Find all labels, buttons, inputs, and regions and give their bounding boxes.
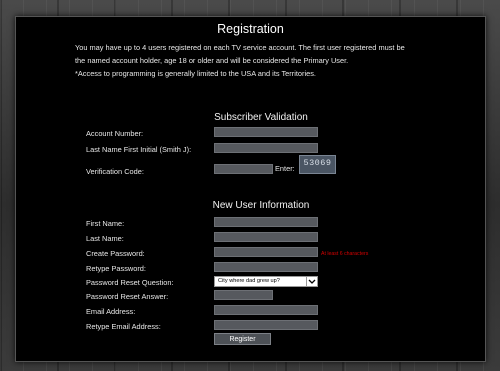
retype-email-label: Retype Email Address: xyxy=(86,322,161,331)
reset-answer-input[interactable] xyxy=(214,290,273,300)
first-name-label: First Name: xyxy=(86,219,125,228)
first-name-input[interactable] xyxy=(214,217,318,227)
password-hint: At least 6 characters xyxy=(321,251,369,257)
new-user-heading: New User Information xyxy=(212,200,310,211)
registration-panel: Registration You may have up to 4 users … xyxy=(15,16,486,362)
last-name-initial-input[interactable] xyxy=(214,143,318,153)
create-password-input[interactable] xyxy=(214,247,318,257)
intro-line-3: *Access to programming is generally limi… xyxy=(75,69,316,78)
create-password-label: Create Password: xyxy=(86,249,145,258)
subscriber-validation-heading: Subscriber Validation xyxy=(214,112,308,123)
reset-answer-label: Password Reset Answer: xyxy=(86,292,169,301)
page-title: Registration xyxy=(217,22,284,36)
last-name-initial-label: Last Name First Initial (Smith J): xyxy=(86,145,192,154)
enter-label: Enter: xyxy=(275,164,295,173)
last-name-label: Last Name: xyxy=(86,234,124,243)
retype-password-input[interactable] xyxy=(214,262,318,272)
verification-code-input[interactable] xyxy=(214,164,273,174)
email-label: Email Address: xyxy=(86,307,136,316)
reset-question-value: City where dad grew up? xyxy=(218,278,280,284)
account-number-label: Account Number: xyxy=(86,129,144,138)
intro-text: You may have up to 4 users registered on… xyxy=(75,41,475,80)
email-input[interactable] xyxy=(214,305,318,315)
chevron-down-icon-glyph xyxy=(308,279,316,284)
account-number-input[interactable] xyxy=(214,127,318,137)
last-name-input[interactable] xyxy=(214,232,318,242)
intro-line-2: the named account holder, age 18 or olde… xyxy=(75,56,349,65)
reset-question-select[interactable]: City where dad grew up? xyxy=(214,276,318,287)
register-button[interactable]: Register xyxy=(214,333,271,345)
retype-email-input[interactable] xyxy=(214,320,318,330)
reset-question-label: Password Reset Question: xyxy=(86,278,174,287)
chevron-down-icon[interactable] xyxy=(306,277,317,286)
verification-code-label: Verification Code: xyxy=(86,167,144,176)
retype-password-label: Retype Password: xyxy=(86,264,146,273)
captcha-image: 53069 xyxy=(299,155,336,174)
intro-line-1: You may have up to 4 users registered on… xyxy=(75,43,405,52)
